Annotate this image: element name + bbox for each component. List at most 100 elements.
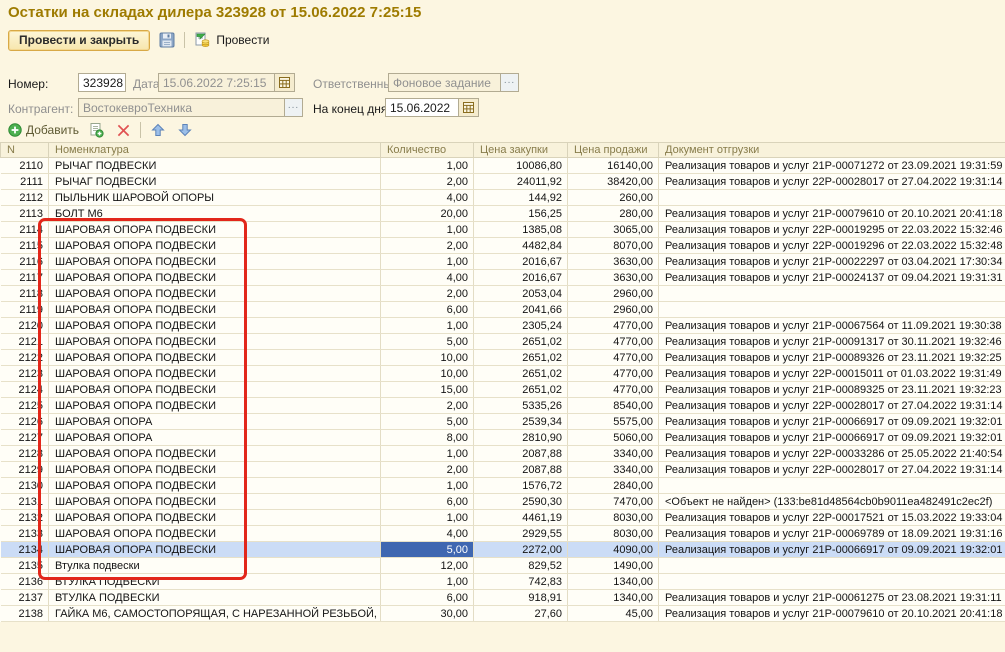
cell-qty[interactable]: 8,00 (381, 430, 474, 446)
cell-purchase-price[interactable]: 10086,80 (474, 158, 568, 174)
cell-qty[interactable]: 15,00 (381, 382, 474, 398)
cell-sale-price[interactable]: 4090,00 (568, 542, 659, 558)
cell-sale-price[interactable]: 4770,00 (568, 318, 659, 334)
cell-sale-price[interactable]: 38420,00 (568, 174, 659, 190)
cell-nomenclature[interactable]: БОЛТ М6 (49, 206, 381, 222)
cell-shipment-doc[interactable]: Реализация товаров и услуг 22Р-00019295 … (659, 222, 1005, 238)
cell-shipment-doc[interactable]: Реализация товаров и услуг 22Р-00028017 … (659, 174, 1005, 190)
cell-purchase-price[interactable]: 2016,67 (474, 254, 568, 270)
table-row[interactable]: 2130ШАРОВАЯ ОПОРА ПОДВЕСКИ1,001576,72284… (1, 478, 1005, 494)
cell-n[interactable]: 2123 (1, 366, 49, 382)
table-row[interactable]: 2131ШАРОВАЯ ОПОРА ПОДВЕСКИ6,002590,30747… (1, 494, 1005, 510)
cell-shipment-doc[interactable]: Реализация товаров и услуг 21Р-00089326 … (659, 350, 1005, 366)
cell-qty[interactable]: 2,00 (381, 238, 474, 254)
cell-purchase-price[interactable]: 1576,72 (474, 478, 568, 494)
cell-nomenclature[interactable]: РЫЧАГ ПОДВЕСКИ (49, 174, 381, 190)
cell-purchase-price[interactable]: 2651,02 (474, 382, 568, 398)
cell-shipment-doc[interactable] (659, 190, 1005, 206)
cell-shipment-doc[interactable] (659, 574, 1005, 590)
cell-n[interactable]: 2137 (1, 590, 49, 606)
table-row[interactable]: 2138ГАЙКА М6, САМОСТОПОРЯЩАЯ, С НАРЕЗАНН… (1, 606, 1005, 622)
table-row[interactable]: 2112ПЫЛЬНИК ШАРОВОЙ ОПОРЫ4,00144,92260,0… (1, 190, 1005, 206)
cell-shipment-doc[interactable] (659, 302, 1005, 318)
cell-nomenclature[interactable]: ШАРОВАЯ ОПОРА ПОДВЕСКИ (49, 286, 381, 302)
cell-qty[interactable]: 1,00 (381, 318, 474, 334)
cell-qty[interactable]: 6,00 (381, 590, 474, 606)
cell-nomenclature[interactable]: ШАРОВАЯ ОПОРА ПОДВЕСКИ (49, 222, 381, 238)
cell-purchase-price[interactable]: 829,52 (474, 558, 568, 574)
cell-n[interactable]: 2118 (1, 286, 49, 302)
cell-n[interactable]: 2111 (1, 174, 49, 190)
cell-n[interactable]: 2134 (1, 542, 49, 558)
cell-sale-price[interactable]: 8030,00 (568, 526, 659, 542)
cell-qty[interactable]: 2,00 (381, 462, 474, 478)
cell-qty[interactable]: 30,00 (381, 606, 474, 622)
cell-n[interactable]: 2117 (1, 270, 49, 286)
cell-sale-price[interactable]: 1340,00 (568, 574, 659, 590)
cell-shipment-doc[interactable] (659, 558, 1005, 574)
cell-nomenclature[interactable]: ШАРОВАЯ ОПОРА ПОДВЕСКИ (49, 526, 381, 542)
post-and-close-button[interactable]: Провести и закрыть (8, 30, 150, 51)
cell-nomenclature[interactable]: ШАРОВАЯ ОПОРА ПОДВЕСКИ (49, 542, 381, 558)
cell-nomenclature[interactable]: ШАРОВАЯ ОПОРА ПОДВЕСКИ (49, 238, 381, 254)
cell-nomenclature[interactable]: ШАРОВАЯ ОПОРА ПОДВЕСКИ (49, 270, 381, 286)
cell-qty[interactable]: 1,00 (381, 254, 474, 270)
cell-n[interactable]: 2135 (1, 558, 49, 574)
column-header-qty[interactable]: Количество (381, 143, 474, 158)
table-row[interactable]: 2135Втулка подвески12,00829,521490,00 (1, 558, 1005, 574)
cell-n[interactable]: 2133 (1, 526, 49, 542)
cell-qty[interactable]: 10,00 (381, 366, 474, 382)
cell-qty[interactable]: 4,00 (381, 270, 474, 286)
cell-n[interactable]: 2114 (1, 222, 49, 238)
cell-shipment-doc[interactable]: Реализация товаров и услуг 22Р-00033286 … (659, 446, 1005, 462)
responsible-field[interactable]: Фоновое задание ... (388, 73, 519, 92)
cell-n[interactable]: 2138 (1, 606, 49, 622)
cell-nomenclature[interactable]: ШАРОВАЯ ОПОРА ПОДВЕСКИ (49, 334, 381, 350)
cell-n[interactable]: 2131 (1, 494, 49, 510)
cell-shipment-doc[interactable]: Реализация товаров и услуг 22Р-00028017 … (659, 462, 1005, 478)
table-row[interactable]: 2110РЫЧАГ ПОДВЕСКИ1,0010086,8016140,00Ре… (1, 158, 1005, 174)
cell-qty[interactable]: 6,00 (381, 302, 474, 318)
cell-shipment-doc[interactable]: Реализация товаров и услуг 21Р-00069789 … (659, 526, 1005, 542)
add-row-button[interactable]: Добавить (8, 123, 79, 137)
table-row[interactable]: 2133ШАРОВАЯ ОПОРА ПОДВЕСКИ4,002929,55803… (1, 526, 1005, 542)
cell-nomenclature[interactable]: Втулка подвески (49, 558, 381, 574)
cell-qty[interactable]: 2,00 (381, 398, 474, 414)
cell-n[interactable]: 2113 (1, 206, 49, 222)
cell-shipment-doc[interactable]: Реализация товаров и услуг 21Р-00024137 … (659, 270, 1005, 286)
cell-sale-price[interactable]: 260,00 (568, 190, 659, 206)
cell-purchase-price[interactable]: 918,91 (474, 590, 568, 606)
cell-nomenclature[interactable]: ШАРОВАЯ ОПОРА ПОДВЕСКИ (49, 510, 381, 526)
cell-n[interactable]: 2120 (1, 318, 49, 334)
cell-qty[interactable]: 1,00 (381, 446, 474, 462)
table-row[interactable]: 2117ШАРОВАЯ ОПОРА ПОДВЕСКИ4,002016,67363… (1, 270, 1005, 286)
cell-shipment-doc[interactable]: Реализация товаров и услуг 22Р-00019296 … (659, 238, 1005, 254)
cell-qty[interactable]: 1,00 (381, 574, 474, 590)
table-row[interactable]: 2136ВТУЛКА ПОДВЕСКИ1,00742,831340,00 (1, 574, 1005, 590)
cell-shipment-doc[interactable]: Реализация товаров и услуг 22Р-00015011 … (659, 366, 1005, 382)
cell-sale-price[interactable]: 5060,00 (568, 430, 659, 446)
cell-shipment-doc[interactable]: Реализация товаров и услуг 21Р-00061275 … (659, 590, 1005, 606)
cell-sale-price[interactable]: 3340,00 (568, 446, 659, 462)
cell-sale-price[interactable]: 5575,00 (568, 414, 659, 430)
cell-n[interactable]: 2122 (1, 350, 49, 366)
table-row[interactable]: 2118ШАРОВАЯ ОПОРА ПОДВЕСКИ2,002053,04296… (1, 286, 1005, 302)
cell-sale-price[interactable]: 3340,00 (568, 462, 659, 478)
cell-nomenclature[interactable]: ВТУЛКА ПОДВЕСКИ (49, 590, 381, 606)
cell-sale-price[interactable]: 8030,00 (568, 510, 659, 526)
cell-qty[interactable]: 12,00 (381, 558, 474, 574)
cell-shipment-doc[interactable] (659, 286, 1005, 302)
table-row[interactable]: 2128ШАРОВАЯ ОПОРА ПОДВЕСКИ1,002087,88334… (1, 446, 1005, 462)
cell-n[interactable]: 2116 (1, 254, 49, 270)
cell-purchase-price[interactable]: 742,83 (474, 574, 568, 590)
table-row[interactable]: 2125ШАРОВАЯ ОПОРА ПОДВЕСКИ2,005335,26854… (1, 398, 1005, 414)
end-of-day-field[interactable]: 15.06.2022 (385, 98, 479, 117)
cell-purchase-price[interactable]: 2539,34 (474, 414, 568, 430)
cell-purchase-price[interactable]: 2651,02 (474, 334, 568, 350)
cell-purchase-price[interactable]: 2651,02 (474, 366, 568, 382)
table-row[interactable]: 2127ШАРОВАЯ ОПОРА8,002810,905060,00Реали… (1, 430, 1005, 446)
cell-nomenclature[interactable]: ШАРОВАЯ ОПОРА ПОДВЕСКИ (49, 446, 381, 462)
table-row[interactable]: 2116ШАРОВАЯ ОПОРА ПОДВЕСКИ1,002016,67363… (1, 254, 1005, 270)
cell-n[interactable]: 2130 (1, 478, 49, 494)
number-field[interactable]: 323928 (78, 73, 126, 92)
